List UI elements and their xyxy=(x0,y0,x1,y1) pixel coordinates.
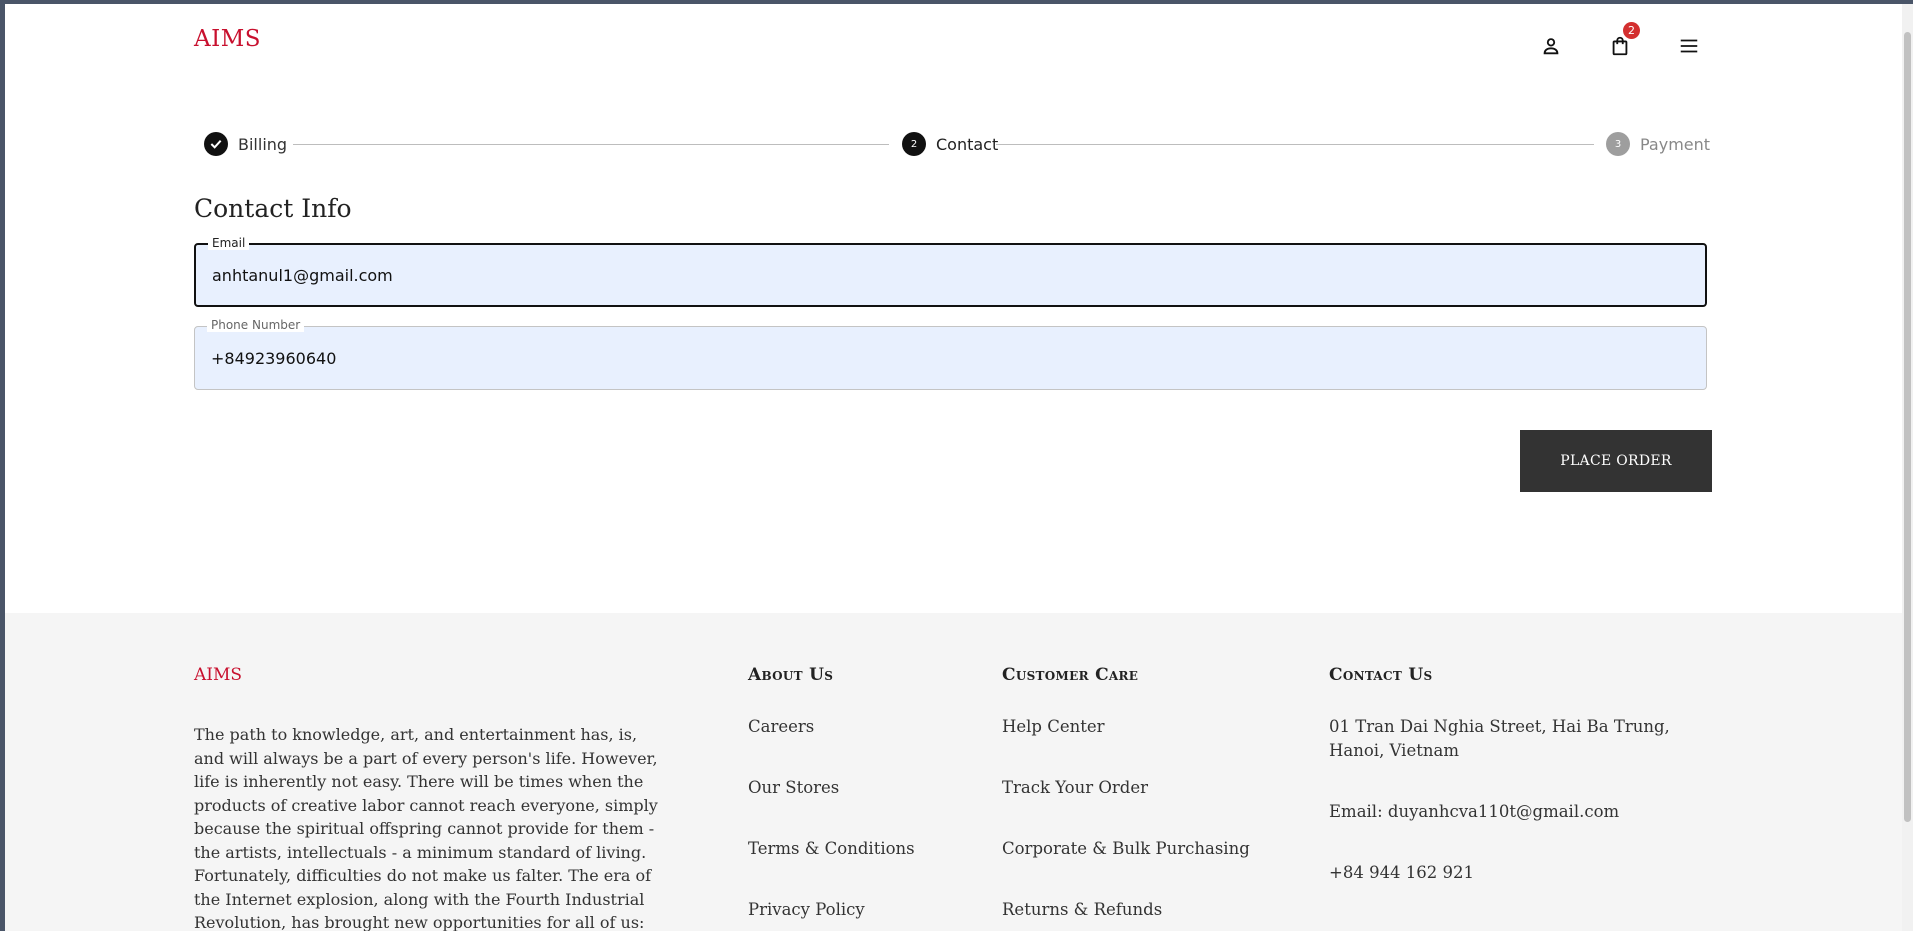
step-billing[interactable]: Billing xyxy=(204,130,287,158)
footer-heading: Contact Us xyxy=(1329,665,1433,685)
step-label: Billing xyxy=(238,134,288,154)
footer-about-us: About Us Careers Our Stores Terms & Cond… xyxy=(748,665,915,931)
footer: AIMS The path to knowledge, art, and ent… xyxy=(5,613,1902,931)
cart-button[interactable]: 2 xyxy=(1606,22,1640,60)
step-payment[interactable]: 3 Payment xyxy=(1606,130,1710,158)
footer-link-track-order[interactable]: Track Your Order xyxy=(1002,776,1250,800)
footer-heading: About Us xyxy=(748,665,834,685)
user-icon xyxy=(1543,38,1559,55)
step-connector xyxy=(996,144,1594,145)
footer-phone: +84 944 162 921 xyxy=(1329,863,1475,882)
menu-button[interactable] xyxy=(1675,32,1703,60)
footer-link-help-center[interactable]: Help Center xyxy=(1002,715,1250,739)
menu-icon xyxy=(1680,39,1698,53)
footer-address: 01 Tran Dai Nghia Street, Hai Ba Trung, … xyxy=(1329,717,1670,760)
logo[interactable]: AIMS xyxy=(194,26,261,52)
cart-count-badge: 2 xyxy=(1623,22,1640,39)
scrollbar-thumb[interactable] xyxy=(1904,32,1911,822)
footer-logo[interactable]: AIMS xyxy=(194,665,242,685)
footer-heading: Customer Care xyxy=(1002,665,1139,685)
footer-contact-us: Contact Us 01 Tran Dai Nghia Street, Hai… xyxy=(1329,665,1709,922)
footer-link-returns[interactable]: Returns & Refunds xyxy=(1002,898,1250,922)
check-icon xyxy=(204,132,228,156)
account-button[interactable] xyxy=(1537,32,1565,60)
phone-field[interactable]: Phone Number xyxy=(194,318,1707,390)
footer-customer-care: Customer Care Help Center Track Your Ord… xyxy=(1002,665,1250,931)
section-title: Contact Info xyxy=(194,194,352,223)
scrollbar[interactable] xyxy=(1902,4,1913,931)
phone-input[interactable] xyxy=(211,327,1681,389)
footer-link-terms[interactable]: Terms & Conditions xyxy=(748,837,915,861)
step-contact[interactable]: 2 Contact xyxy=(902,130,998,158)
email-input[interactable] xyxy=(212,245,1682,305)
footer-link-careers[interactable]: Careers xyxy=(748,715,915,739)
browser-viewport: AIMS 2 Billing 2 Contact 3 Payment Conta… xyxy=(5,4,1902,931)
footer-link-bulk-purchasing[interactable]: Corporate & Bulk Purchasing xyxy=(1002,837,1250,861)
footer-link-our-stores[interactable]: Our Stores xyxy=(748,776,915,800)
footer-link-privacy[interactable]: Privacy Policy xyxy=(748,898,915,922)
footer-email: Email: duyanhcva110t@gmail.com xyxy=(1329,802,1620,821)
step-label: Payment xyxy=(1640,134,1711,154)
step-label: Contact xyxy=(936,134,999,154)
email-field[interactable]: Email xyxy=(194,236,1707,307)
footer-about-text: The path to knowledge, art, and entertai… xyxy=(194,725,658,931)
step-number: 3 xyxy=(1606,132,1630,156)
step-number: 2 xyxy=(902,132,926,156)
place-order-button[interactable]: PLACE ORDER xyxy=(1520,430,1712,492)
step-connector xyxy=(293,144,889,145)
